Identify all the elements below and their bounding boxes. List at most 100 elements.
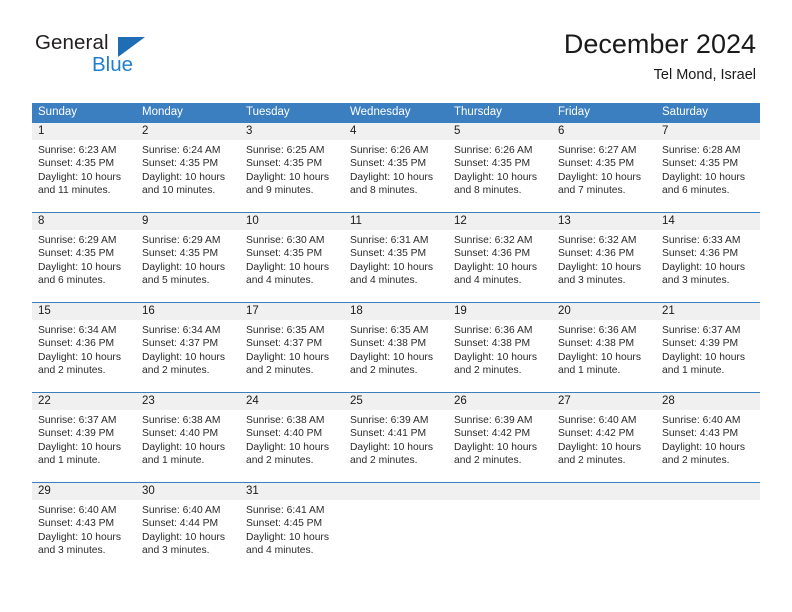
week-detail-row: Sunrise: 6:29 AM Sunset: 4:35 PM Dayligh…	[32, 230, 760, 302]
day-number[interactable]: 20	[552, 303, 656, 320]
week-row: 22 23 24 25 26 27 28 Sunrise: 6:37 AM Su…	[32, 392, 760, 482]
day-number[interactable]: 16	[136, 303, 240, 320]
day-number[interactable]: 18	[344, 303, 448, 320]
day-number[interactable]: 7	[656, 123, 760, 140]
day-number[interactable]: 21	[656, 303, 760, 320]
day-number[interactable]: 27	[552, 393, 656, 410]
week-detail-row: Sunrise: 6:37 AM Sunset: 4:39 PM Dayligh…	[32, 410, 760, 482]
day-cell[interactable]: Sunrise: 6:32 AM Sunset: 4:36 PM Dayligh…	[552, 230, 656, 302]
sunrise-text: Sunrise: 6:28 AM	[662, 145, 741, 156]
day-cell[interactable]: Sunrise: 6:40 AM Sunset: 4:42 PM Dayligh…	[552, 410, 656, 482]
daylight-text-line1: Daylight: 10 hours	[246, 351, 329, 363]
day-number[interactable]: 8	[32, 213, 136, 230]
daylight-text-line1: Daylight: 10 hours	[246, 441, 329, 453]
day-cell-empty	[448, 483, 552, 500]
daylight-text-line1: Daylight: 10 hours	[246, 261, 329, 273]
day-cell[interactable]: Sunrise: 6:35 AM Sunset: 4:38 PM Dayligh…	[344, 320, 448, 392]
week-detail-row: Sunrise: 6:34 AM Sunset: 4:36 PM Dayligh…	[32, 320, 760, 392]
day-cell[interactable]: Sunrise: 6:27 AM Sunset: 4:35 PM Dayligh…	[552, 140, 656, 212]
week-date-band: 29 30 31	[32, 483, 760, 500]
day-number[interactable]: 6	[552, 123, 656, 140]
day-number[interactable]: 1	[32, 123, 136, 140]
day-number[interactable]: 23	[136, 393, 240, 410]
week-row: 29 30 31 Sunrise: 6:40 AM Sunset: 4:43 P…	[32, 482, 760, 572]
daylight-text-line1: Daylight: 10 hours	[558, 171, 641, 183]
day-number[interactable]: 5	[448, 123, 552, 140]
day-number[interactable]: 29	[32, 483, 136, 500]
daylight-text-line2: and 1 minute.	[558, 365, 621, 377]
day-cell[interactable]: Sunrise: 6:26 AM Sunset: 4:35 PM Dayligh…	[344, 140, 448, 212]
day-cell[interactable]: Sunrise: 6:38 AM Sunset: 4:40 PM Dayligh…	[240, 410, 344, 482]
day-cell[interactable]: Sunrise: 6:40 AM Sunset: 4:43 PM Dayligh…	[656, 410, 760, 482]
sunrise-text: Sunrise: 6:24 AM	[142, 145, 221, 156]
day-number[interactable]: 19	[448, 303, 552, 320]
day-cell[interactable]: Sunrise: 6:33 AM Sunset: 4:36 PM Dayligh…	[656, 230, 760, 302]
daylight-text-line2: and 7 minutes.	[558, 185, 626, 197]
daylight-text-line2: and 8 minutes.	[350, 185, 418, 197]
day-cell[interactable]: Sunrise: 6:40 AM Sunset: 4:43 PM Dayligh…	[32, 500, 136, 572]
sunrise-text: Sunrise: 6:36 AM	[558, 325, 637, 336]
day-cell[interactable]: Sunrise: 6:38 AM Sunset: 4:40 PM Dayligh…	[136, 410, 240, 482]
sunset-text: Sunset: 4:42 PM	[558, 428, 635, 440]
sunset-text: Sunset: 4:35 PM	[246, 158, 323, 170]
day-number[interactable]: 26	[448, 393, 552, 410]
day-cell[interactable]: Sunrise: 6:36 AM Sunset: 4:38 PM Dayligh…	[448, 320, 552, 392]
daylight-text-line2: and 2 minutes.	[350, 365, 418, 377]
title-block: December 2024 Tel Mond, Israel	[564, 28, 756, 84]
day-number[interactable]: 28	[656, 393, 760, 410]
day-number[interactable]: 11	[344, 213, 448, 230]
sunset-text: Sunset: 4:36 PM	[558, 248, 635, 260]
day-number[interactable]: 22	[32, 393, 136, 410]
day-number[interactable]: 10	[240, 213, 344, 230]
daylight-text-line2: and 3 minutes.	[38, 545, 106, 557]
day-cell[interactable]: Sunrise: 6:26 AM Sunset: 4:35 PM Dayligh…	[448, 140, 552, 212]
page-title: December 2024	[563, 29, 756, 59]
day-cell[interactable]: Sunrise: 6:39 AM Sunset: 4:42 PM Dayligh…	[448, 410, 552, 482]
day-number[interactable]: 2	[136, 123, 240, 140]
day-number[interactable]: 13	[552, 213, 656, 230]
day-number[interactable]: 30	[136, 483, 240, 500]
day-cell[interactable]: Sunrise: 6:25 AM Sunset: 4:35 PM Dayligh…	[240, 140, 344, 212]
day-number[interactable]: 17	[240, 303, 344, 320]
day-cell[interactable]: Sunrise: 6:35 AM Sunset: 4:37 PM Dayligh…	[240, 320, 344, 392]
sunset-text: Sunset: 4:38 PM	[558, 338, 635, 350]
daylight-text-line2: and 2 minutes.	[38, 365, 106, 377]
day-cell[interactable]: Sunrise: 6:24 AM Sunset: 4:35 PM Dayligh…	[136, 140, 240, 212]
day-cell[interactable]: Sunrise: 6:31 AM Sunset: 4:35 PM Dayligh…	[344, 230, 448, 302]
day-number[interactable]: 25	[344, 393, 448, 410]
day-cell[interactable]: Sunrise: 6:39 AM Sunset: 4:41 PM Dayligh…	[344, 410, 448, 482]
day-cell[interactable]: Sunrise: 6:28 AM Sunset: 4:35 PM Dayligh…	[656, 140, 760, 212]
day-cell[interactable]: Sunrise: 6:40 AM Sunset: 4:44 PM Dayligh…	[136, 500, 240, 572]
day-cell[interactable]: Sunrise: 6:29 AM Sunset: 4:35 PM Dayligh…	[32, 230, 136, 302]
day-cell[interactable]: Sunrise: 6:29 AM Sunset: 4:35 PM Dayligh…	[136, 230, 240, 302]
sunrise-text: Sunrise: 6:40 AM	[142, 505, 221, 516]
sunrise-text: Sunrise: 6:37 AM	[38, 415, 117, 426]
day-number[interactable]: 14	[656, 213, 760, 230]
generalblue-logo[interactable]: General Blue	[35, 32, 255, 82]
day-number[interactable]: 15	[32, 303, 136, 320]
sunset-text: Sunset: 4:36 PM	[454, 248, 531, 260]
day-number[interactable]: 24	[240, 393, 344, 410]
day-cell[interactable]: Sunrise: 6:23 AM Sunset: 4:35 PM Dayligh…	[32, 140, 136, 212]
daylight-text-line2: and 2 minutes.	[558, 455, 626, 467]
day-cell[interactable]: Sunrise: 6:34 AM Sunset: 4:36 PM Dayligh…	[32, 320, 136, 392]
sunrise-text: Sunrise: 6:34 AM	[142, 325, 221, 336]
day-number[interactable]: 3	[240, 123, 344, 140]
daylight-text-line2: and 4 minutes.	[246, 545, 314, 557]
weekday-header-tuesday: Tuesday	[246, 106, 290, 118]
day-number[interactable]: 9	[136, 213, 240, 230]
day-number[interactable]: 12	[448, 213, 552, 230]
day-cell[interactable]: Sunrise: 6:30 AM Sunset: 4:35 PM Dayligh…	[240, 230, 344, 302]
day-cell[interactable]: Sunrise: 6:36 AM Sunset: 4:38 PM Dayligh…	[552, 320, 656, 392]
day-cell[interactable]: Sunrise: 6:37 AM Sunset: 4:39 PM Dayligh…	[656, 320, 760, 392]
day-cell[interactable]: Sunrise: 6:32 AM Sunset: 4:36 PM Dayligh…	[448, 230, 552, 302]
day-number[interactable]: 31	[240, 483, 344, 500]
day-number[interactable]: 4	[344, 123, 448, 140]
day-cell-empty	[344, 500, 448, 572]
weekday-header-friday: Friday	[558, 106, 590, 118]
daylight-text-line1: Daylight: 10 hours	[558, 441, 641, 453]
day-cell[interactable]: Sunrise: 6:34 AM Sunset: 4:37 PM Dayligh…	[136, 320, 240, 392]
day-cell[interactable]: Sunrise: 6:41 AM Sunset: 4:45 PM Dayligh…	[240, 500, 344, 572]
sunrise-text: Sunrise: 6:29 AM	[142, 235, 221, 246]
day-cell[interactable]: Sunrise: 6:37 AM Sunset: 4:39 PM Dayligh…	[32, 410, 136, 482]
